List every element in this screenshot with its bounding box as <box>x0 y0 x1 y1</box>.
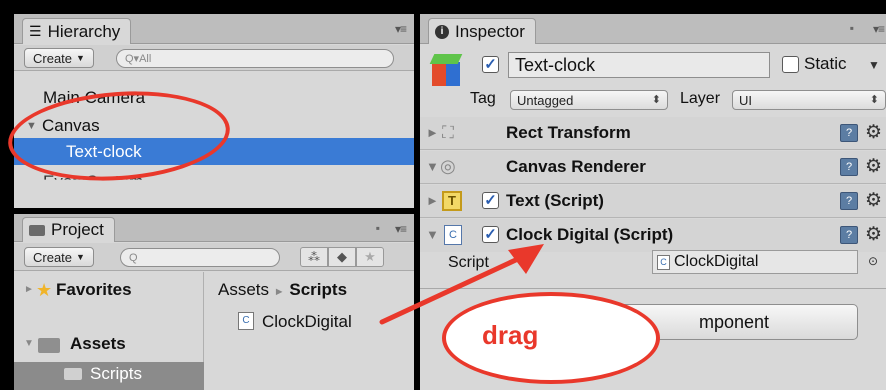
project-create-button[interactable]: Create ▼ <box>24 247 94 267</box>
sidebar-item-scripts-row[interactable]: Scripts <box>14 362 204 390</box>
project-tab-label: Project <box>51 220 104 239</box>
csharp-script-icon: C <box>657 254 670 270</box>
tag-dropdown[interactable]: Untagged ⬍ <box>510 90 668 110</box>
help-book-icon[interactable]: ? <box>840 192 858 210</box>
caret-down-icon: ▼ <box>76 252 85 262</box>
gameobject-active-checkbox[interactable]: ✓ <box>482 56 499 73</box>
panel-menu-icon[interactable]: ▾≡ <box>873 22 885 36</box>
help-book-icon[interactable]: ? <box>840 158 858 176</box>
create-label: Create <box>33 249 73 265</box>
lock-icon[interactable]: ▪ <box>376 221 380 235</box>
component-canvas-renderer[interactable]: ▼ ◎ Canvas Renderer ? ⚙ <box>420 151 886 184</box>
component-clock-digital-script[interactable]: ▼ C ✓ Clock Digital (Script) ? ⚙ <box>420 219 886 252</box>
dropdown-arrow-icon: ⬍ <box>869 94 879 106</box>
lock-icon[interactable]: ▪ <box>850 21 854 35</box>
component-rect-transform[interactable]: ► ⛶ Rect Transform ? ⚙ <box>420 117 886 150</box>
breadcrumb: Assets ► Scripts <box>218 280 347 300</box>
component-enabled-checkbox[interactable]: ✓ <box>482 192 499 209</box>
breadcrumb-root[interactable]: Assets <box>218 280 269 299</box>
sidebar-item-favorites[interactable]: Favorites <box>56 280 132 300</box>
file-item-clockdigital[interactable]: ClockDigital <box>262 312 352 332</box>
drag-callout: drag <box>442 292 660 384</box>
project-toolbar: Create ▼ Q ⁂ ◆ ★ <box>14 243 414 271</box>
add-component-label: mponent <box>698 311 770 332</box>
breadcrumb-separator: ► <box>273 286 285 298</box>
gear-icon[interactable]: ⚙ <box>865 155 882 178</box>
canvas-renderer-icon: ◎ <box>440 156 456 176</box>
divider <box>420 288 886 289</box>
text-component-icon: T <box>442 191 462 211</box>
favorites-star-icon: ★ <box>36 280 53 300</box>
hierarchy-search-input[interactable]: Q▾All <box>116 49 394 68</box>
inspector-tab-label: Inspector <box>455 21 525 41</box>
search-placeholder: Q▾All <box>125 53 152 65</box>
tag-value: Untagged <box>517 92 574 108</box>
help-book-icon[interactable]: ? <box>840 226 858 244</box>
folder-icon <box>38 338 60 353</box>
tag-label: Tag <box>470 90 496 107</box>
folder-icon <box>64 368 82 380</box>
csharp-script-icon: C <box>238 312 254 330</box>
csharp-script-icon: C <box>444 225 462 245</box>
filter-by-label-icon[interactable]: ◆ <box>328 247 356 267</box>
drag-label: drag <box>482 320 539 350</box>
hierarchy-tab-label: Hierarchy <box>47 21 121 41</box>
layer-label: Layer <box>680 90 721 107</box>
gameobject-name-field[interactable]: Text-clock <box>508 52 770 78</box>
rect-transform-icon: ⛶ <box>442 123 454 142</box>
dropdown-arrow-icon: ⬍ <box>651 94 661 106</box>
folder-icon <box>29 224 45 236</box>
project-panel: Project ▪ ▾≡ Create ▼ Q ⁂ ◆ ★ ► ★ Favori… <box>14 214 414 390</box>
project-tab[interactable]: Project <box>22 217 115 242</box>
sidebar-item-scripts: Scripts <box>90 364 142 383</box>
static-label: Static <box>804 54 847 73</box>
expand-triangle-icon[interactable]: ▼ <box>24 338 34 349</box>
caret-down-icon: ▼ <box>76 53 85 63</box>
gear-icon[interactable]: ⚙ <box>865 121 882 144</box>
hierarchy-tabbar: ☰ Hierarchy ▾≡ <box>14 14 414 44</box>
expand-triangle-icon[interactable]: ► <box>426 125 439 140</box>
component-title: Text (Script) <box>506 191 604 210</box>
gear-icon[interactable]: ⚙ <box>865 189 882 212</box>
layer-dropdown[interactable]: UI ⬍ <box>732 90 886 110</box>
chevron-down-icon[interactable]: ▼ <box>868 58 880 72</box>
expand-triangle-icon[interactable]: ▼ <box>426 159 439 174</box>
filter-by-type-icon[interactable]: ⁂ <box>300 247 328 267</box>
hierarchy-toolbar: Create ▼ Q▾All <box>14 45 414 71</box>
object-picker-icon[interactable]: ⊙ <box>868 254 878 268</box>
info-icon: i <box>435 24 449 39</box>
expand-triangle-icon[interactable]: ► <box>426 193 439 208</box>
list-icon: ☰ <box>29 23 42 39</box>
gear-icon[interactable]: ⚙ <box>865 223 882 246</box>
panel-menu-icon[interactable]: ▾≡ <box>395 22 407 36</box>
favorite-star-icon[interactable]: ★ <box>356 247 384 267</box>
object-name: Text-clock <box>515 55 596 75</box>
panel-menu-icon[interactable]: ▾≡ <box>395 222 407 236</box>
breadcrumb-current[interactable]: Scripts <box>289 280 347 299</box>
expand-triangle-icon[interactable]: ► <box>24 284 34 295</box>
component-enabled-checkbox[interactable]: ✓ <box>482 226 499 243</box>
component-title: Canvas Renderer <box>506 157 646 176</box>
static-checkbox[interactable]: ✓ <box>782 56 799 73</box>
component-title: Clock Digital (Script) <box>506 225 674 244</box>
help-book-icon[interactable]: ? <box>840 124 858 142</box>
script-object-field[interactable]: C ClockDigital <box>652 250 858 274</box>
search-placeholder: Q <box>129 251 138 264</box>
expand-triangle-icon[interactable]: ▼ <box>426 227 439 242</box>
script-field-value: ClockDigital <box>674 253 759 270</box>
layer-value: UI <box>739 92 752 108</box>
project-tabbar: Project ▪ ▾≡ <box>14 214 414 242</box>
hierarchy-tab[interactable]: ☰ Hierarchy <box>22 18 132 44</box>
inspector-tab[interactable]: i Inspector <box>428 18 536 44</box>
sidebar-item-assets[interactable]: Assets <box>70 334 126 354</box>
gameobject-cube-icon <box>429 54 463 88</box>
script-field-label: Script <box>448 254 489 271</box>
inspector-tabbar: i Inspector ▪ ▾≡ <box>420 14 886 44</box>
hierarchy-create-button[interactable]: Create ▼ <box>24 48 94 68</box>
create-label: Create <box>33 50 73 66</box>
project-search-input[interactable]: Q <box>120 248 280 267</box>
component-title: Rect Transform <box>506 123 631 142</box>
component-text-script[interactable]: ► T ✓ Text (Script) ? ⚙ <box>420 185 886 218</box>
